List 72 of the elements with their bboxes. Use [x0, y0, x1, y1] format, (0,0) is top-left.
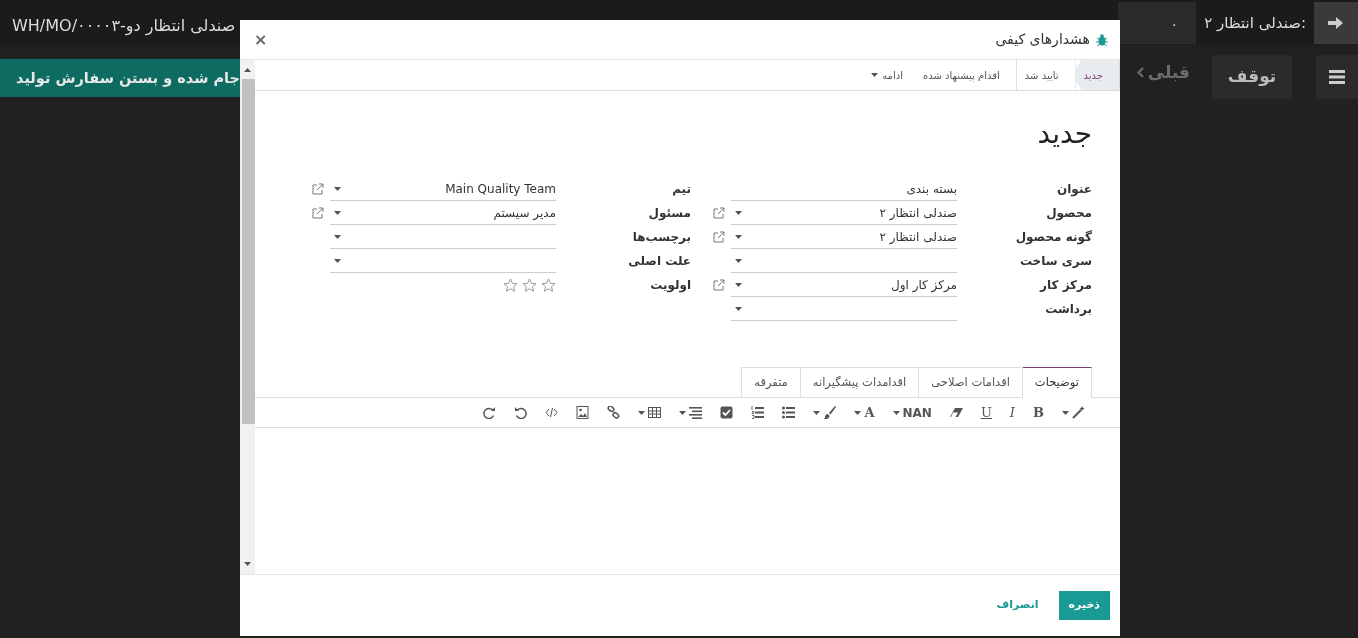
- input-field[interactable]: مدیر سیستم: [330, 201, 556, 225]
- external-link-icon[interactable]: [312, 183, 324, 195]
- external-link-icon[interactable]: [713, 231, 725, 243]
- caret-icon: [735, 234, 742, 239]
- checkbox-icon: [720, 406, 734, 420]
- field-label: عنوان: [1056, 181, 1092, 199]
- caret-icon: [334, 210, 341, 215]
- scrollbar[interactable]: [240, 60, 255, 574]
- field-label: برچسب‌ها: [631, 229, 691, 246]
- brush-icon: [823, 406, 837, 420]
- field-label: علت اصلی: [627, 253, 691, 270]
- undo-icon: [514, 406, 528, 420]
- numbered-list-icon: [751, 406, 765, 420]
- arrow-icon: [1328, 16, 1344, 30]
- field-label: اولویت: [649, 277, 691, 295]
- menu-icon: [1329, 70, 1345, 84]
- banner-text: جام شده و بستن سفارش تولید: [16, 69, 240, 88]
- field-label: گونه محصول: [1014, 229, 1092, 247]
- scroll-up-icon[interactable]: [244, 68, 251, 72]
- field-label: مسئول: [647, 205, 691, 223]
- link-icon: [607, 406, 621, 420]
- tab[interactable]: متفرقه: [741, 367, 801, 398]
- external-link-icon[interactable]: [713, 279, 725, 291]
- caret-icon: [735, 306, 742, 311]
- bulleted-list-icon: [782, 406, 796, 420]
- field-label: محصول: [1045, 205, 1092, 223]
- close-button[interactable]: ×: [250, 27, 272, 52]
- quantity-label: صندلی انتظار ۲:: [1203, 13, 1307, 34]
- caret-icon: [334, 234, 341, 239]
- star-icon[interactable]: [541, 277, 556, 293]
- align-icon: [689, 406, 703, 420]
- scroll-down-icon[interactable]: [244, 562, 251, 566]
- magic-wand-icon: [1072, 406, 1085, 420]
- sign-in-button[interactable]: [1314, 2, 1358, 44]
- field-label: تیم: [671, 181, 691, 198]
- bug-icon: [1096, 33, 1108, 46]
- menu-button[interactable]: [1316, 55, 1358, 99]
- redo-icon: [483, 406, 497, 420]
- stop-button[interactable]: توقف: [1212, 55, 1292, 99]
- caret-icon: [334, 186, 341, 191]
- table-icon: [648, 406, 662, 420]
- bold-button[interactable]: B: [1026, 400, 1051, 425]
- quantity-field[interactable]: ۰: [1118, 2, 1197, 44]
- eraser-icon: [949, 406, 963, 420]
- underline-button[interactable]: U: [973, 400, 999, 425]
- field-label: مرکز کار: [1038, 277, 1092, 294]
- input-field[interactable]: Main Quality Team: [330, 177, 556, 201]
- input-field[interactable]: صندلی انتظار ۲: [731, 225, 957, 249]
- italic-button[interactable]: I: [1002, 400, 1022, 425]
- star-icon[interactable]: [522, 277, 537, 293]
- caret-icon: [334, 258, 341, 263]
- external-link-icon[interactable]: [713, 207, 725, 219]
- field-label: سری ساخت: [1018, 253, 1092, 270]
- font-size-button[interactable]: NAN: [885, 400, 939, 425]
- caret-icon: [735, 282, 742, 287]
- caret-icon: [735, 210, 742, 215]
- input-field[interactable]: بسته بندی: [731, 177, 957, 201]
- code-icon: [545, 406, 559, 420]
- field-label: برداشت: [1044, 301, 1092, 318]
- breadcrumb-text: WH/MO/۰۰۰۰۳-صندلی انتظار دو: [11, 15, 237, 38]
- image-icon: [576, 406, 590, 420]
- input-field[interactable]: مرکز کار اول: [731, 273, 957, 297]
- chevron-icon: [1136, 67, 1144, 79]
- star-icon[interactable]: [503, 277, 518, 293]
- caret-icon: [871, 73, 879, 77]
- font-color-button[interactable]: A: [847, 400, 882, 425]
- external-link-icon[interactable]: [312, 207, 324, 219]
- record-title: جدید: [1036, 116, 1093, 152]
- dialog-title: هشدارهای کیفی: [995, 30, 1090, 49]
- input-field[interactable]: صندلی انتظار ۲: [731, 201, 957, 225]
- tab[interactable]: توضیحات: [1021, 367, 1092, 399]
- caret-icon: [735, 258, 742, 263]
